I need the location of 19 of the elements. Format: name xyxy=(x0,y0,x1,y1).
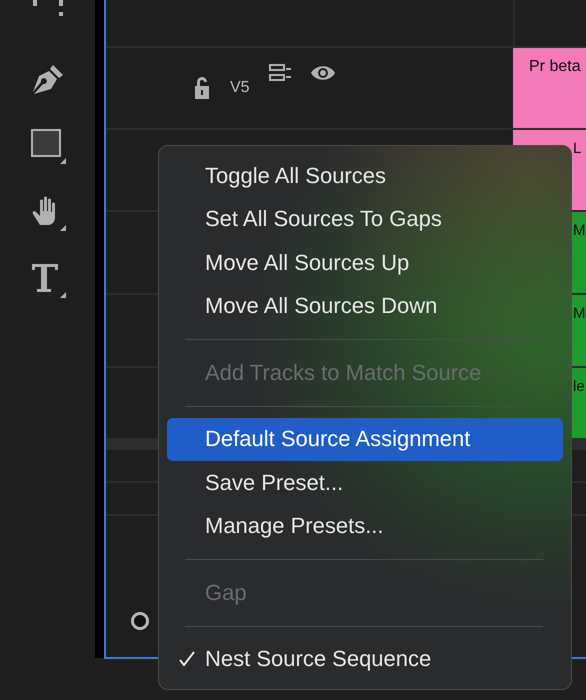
menu-item[interactable]: Set All Sources To Gaps xyxy=(167,198,563,241)
eye-icon[interactable] xyxy=(310,64,336,82)
menu-item[interactable]: Toggle All Sources xyxy=(167,154,563,198)
menu-item[interactable]: Manage Presets... xyxy=(167,504,563,548)
track-label: V5 xyxy=(230,79,250,97)
menu-item[interactable]: Move All Sources Down xyxy=(167,284,563,328)
pen-icon[interactable] xyxy=(30,63,64,97)
sync-lock-icon[interactable] xyxy=(268,63,292,83)
menu-item[interactable]: Move All Sources Up xyxy=(167,241,563,284)
clip[interactable]: Pr beta xyxy=(513,48,586,128)
menu-item[interactable]: Save Preset... xyxy=(167,461,563,504)
text-tool-icon[interactable] xyxy=(30,262,66,298)
lock-icon[interactable] xyxy=(192,76,212,100)
menu-item[interactable]: Nest Source Sequence xyxy=(167,638,563,681)
zoom-handle[interactable] xyxy=(131,612,149,630)
menu-item[interactable]: Default Source Assignment xyxy=(167,418,563,461)
crop-bracket-icon[interactable] xyxy=(30,0,64,18)
rectangle-tool-icon[interactable] xyxy=(30,128,66,164)
checkmark-icon xyxy=(179,651,195,668)
